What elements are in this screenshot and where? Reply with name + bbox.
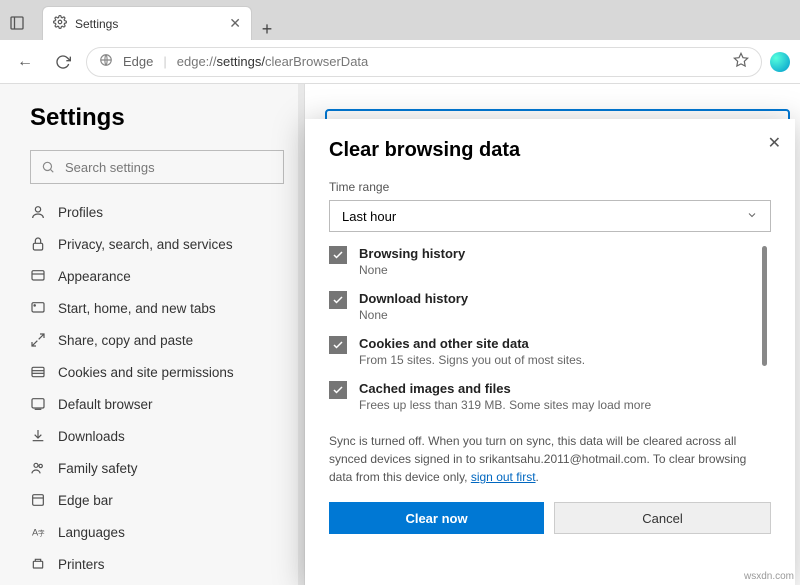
nav-icon <box>30 428 46 444</box>
option-title: Download history <box>359 291 468 306</box>
nav-icon <box>30 396 46 412</box>
refresh-button[interactable] <box>48 47 78 77</box>
options-list: Browsing history None Download history None… <box>329 246 771 426</box>
sidebar-item-label: Downloads <box>58 429 125 444</box>
sidebar-item-label: Share, copy and paste <box>58 333 193 348</box>
checkbox[interactable] <box>329 246 347 264</box>
back-button[interactable]: ← <box>10 47 40 77</box>
sidebar-item[interactable]: Family safety <box>30 452 284 484</box>
sidebar-item[interactable]: Cookies and site permissions <box>30 356 284 388</box>
option-subtitle: None <box>359 308 468 322</box>
checkbox[interactable] <box>329 381 347 399</box>
sidebar-item[interactable]: Profiles <box>30 196 284 228</box>
new-tab-button[interactable]: + <box>252 19 282 40</box>
option-title: Cached images and files <box>359 381 651 396</box>
nav-icon <box>30 556 46 572</box>
sidebar-item[interactable]: System and performance <box>30 580 284 585</box>
option-subtitle: Frees up less than 319 MB. Some sites ma… <box>359 398 651 412</box>
data-type-option: Download history None <box>329 291 755 322</box>
nav-icon <box>30 268 46 284</box>
browser-tab[interactable]: Settings ✕ <box>42 6 252 40</box>
nav-icon: A字 <box>30 524 46 540</box>
svg-text:字: 字 <box>38 528 45 537</box>
profile-button[interactable] <box>770 52 790 72</box>
sidebar-item-label: Printers <box>58 557 105 572</box>
site-identity-icon <box>99 53 113 70</box>
omnibox-brand: Edge <box>123 54 153 69</box>
sync-note: Sync is turned off. When you turn on syn… <box>329 432 771 486</box>
data-type-option: Cached images and files Frees up less tha… <box>329 381 755 412</box>
checkbox[interactable] <box>329 336 347 354</box>
data-type-option: Cookies and other site data From 15 sites… <box>329 336 755 367</box>
nav-icon <box>30 364 46 380</box>
sidebar-item-label: Default browser <box>58 397 153 412</box>
clear-browsing-data-dialog: ✕ Clear browsing data Time range Last ho… <box>305 119 795 585</box>
sidebar-item[interactable]: Privacy, search, and services <box>30 228 284 260</box>
sidebar-item[interactable]: A字 Languages <box>30 516 284 548</box>
sidebar-item-label: Cookies and site permissions <box>58 365 234 380</box>
option-title: Cookies and other site data <box>359 336 585 351</box>
sidebar-item[interactable]: Start, home, and new tabs <box>30 292 284 324</box>
sidebar-item[interactable]: Printers <box>30 548 284 580</box>
option-subtitle: From 15 sites. Signs you out of most sit… <box>359 353 585 367</box>
sidebar-item[interactable]: Downloads <box>30 420 284 452</box>
search-icon <box>41 160 55 174</box>
settings-sidebar: Settings Search settings Profiles Privacy… <box>0 84 305 585</box>
gear-icon <box>53 15 67 32</box>
time-range-label: Time range <box>329 180 771 194</box>
nav-icon <box>30 492 46 508</box>
nav-icon <box>30 460 46 476</box>
tab-title: Settings <box>75 17 118 31</box>
sign-out-link[interactable]: sign out first <box>471 470 536 484</box>
checkbox[interactable] <box>329 291 347 309</box>
option-title: Browsing history <box>359 246 465 261</box>
main-content: ✕ Clear browsing data Time range Last ho… <box>305 84 800 585</box>
nav-icon <box>30 204 46 220</box>
cancel-button[interactable]: Cancel <box>554 502 771 534</box>
chevron-down-icon <box>746 209 758 224</box>
page-title: Settings <box>30 104 284 132</box>
search-settings-input[interactable]: Search settings <box>30 150 284 184</box>
clear-now-button[interactable]: Clear now <box>329 502 544 534</box>
nav-icon <box>30 236 46 252</box>
toolbar: ← Edge | edge://settings/clearBrowserDat… <box>0 40 800 84</box>
tab-actions-button[interactable] <box>0 6 34 40</box>
close-dialog-button[interactable]: ✕ <box>768 133 781 153</box>
sidebar-item[interactable]: Edge bar <box>30 484 284 516</box>
option-subtitle: None <box>359 263 465 277</box>
sidebar-item-label: Edge bar <box>58 493 113 508</box>
address-bar[interactable]: Edge | edge://settings/clearBrowserData <box>86 47 762 77</box>
sidebar-item-label: Profiles <box>58 205 103 220</box>
sidebar-item[interactable]: Default browser <box>30 388 284 420</box>
favorites-icon[interactable] <box>733 52 749 71</box>
sidebar-item-label: Family safety <box>58 461 138 476</box>
dialog-title: Clear browsing data <box>329 139 771 162</box>
sidebar-item-label: Languages <box>58 525 125 540</box>
title-bar: Settings ✕ + <box>0 0 800 40</box>
sidebar-item-label: Start, home, and new tabs <box>58 301 216 316</box>
close-tab-button[interactable]: ✕ <box>229 15 241 32</box>
sidebar-item[interactable]: Share, copy and paste <box>30 324 284 356</box>
time-range-dropdown[interactable]: Last hour <box>329 200 771 232</box>
watermark: wsxdn.com <box>744 571 794 582</box>
nav-icon <box>30 332 46 348</box>
nav-icon <box>30 300 46 316</box>
sidebar-item-label: Privacy, search, and services <box>58 237 233 252</box>
data-type-option: Browsing history None <box>329 246 755 277</box>
sidebar-item-label: Appearance <box>58 269 131 284</box>
sidebar-item[interactable]: Appearance <box>30 260 284 292</box>
